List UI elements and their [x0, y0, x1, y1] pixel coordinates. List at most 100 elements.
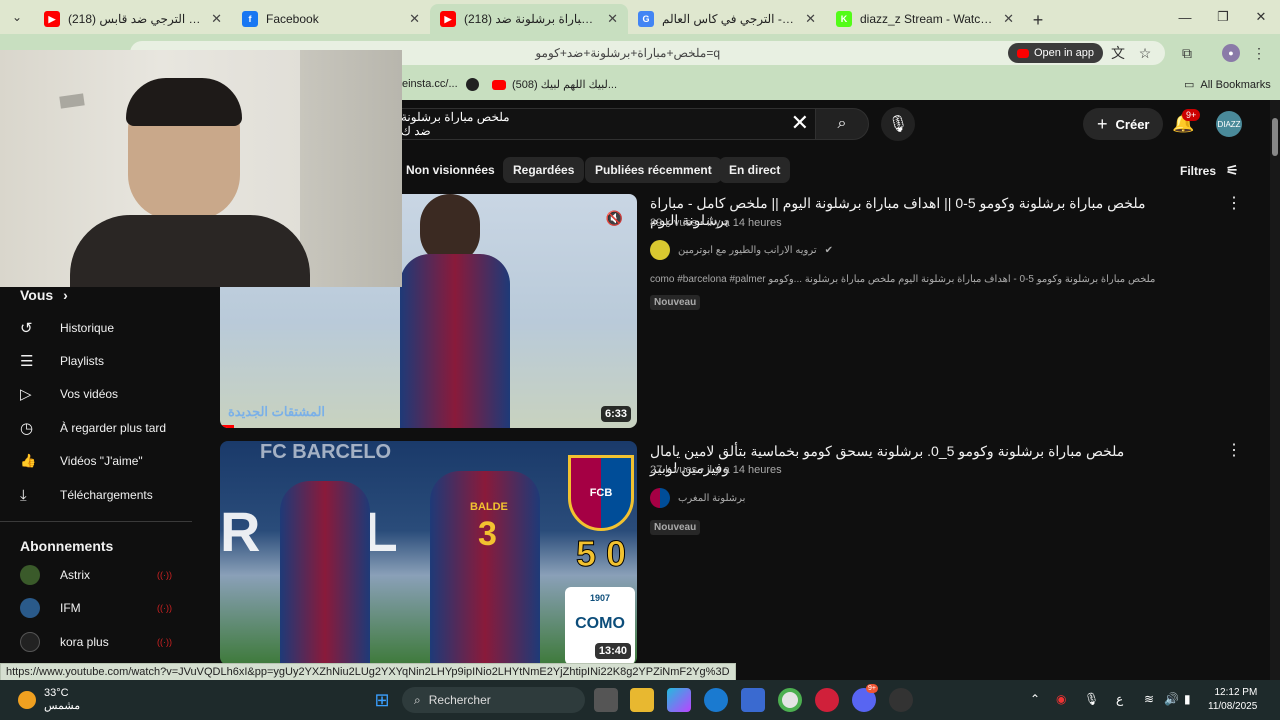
clock-time: 12:12 PM [1214, 687, 1258, 698]
folder-icon: ▭ [1184, 79, 1195, 91]
filters-label: Filtres [1180, 163, 1217, 178]
browser-tab[interactable]: ▶ (218) الترجي ضد قابس - YouTube ✕ [34, 4, 232, 34]
microphone-icon[interactable]: 🎙 [1084, 692, 1099, 706]
browser-tab[interactable]: G الترجي في كاس العالم - Search ✕ [628, 4, 826, 34]
scrollbar-thumb[interactable] [1272, 118, 1278, 156]
filters-button[interactable]: Filtres ⚟ [1180, 162, 1239, 179]
tab-close-icon[interactable]: ✕ [409, 11, 420, 27]
youtube-icon [1017, 48, 1029, 58]
chip-regardees[interactable]: Regardées [503, 157, 585, 183]
mute-icon[interactable]: 🔇 [606, 210, 623, 227]
close-window-button[interactable]: ✕ [1242, 0, 1280, 34]
wifi-icon[interactable]: ≋ [1144, 692, 1154, 706]
history-icon: ↺ [20, 320, 33, 337]
maximize-button[interactable]: ❐ [1204, 0, 1242, 34]
new-badge: Nouveau [650, 520, 701, 535]
score-text: 5 0 [575, 533, 627, 575]
subscription-item-ifm[interactable]: IFM ((·)) [0, 592, 210, 624]
extensions-icon[interactable]: ⧉ [1178, 44, 1196, 62]
menu-kebab-icon[interactable]: ⋮ [1250, 44, 1268, 62]
tab-close-icon[interactable]: ✕ [1003, 11, 1014, 27]
minimize-button[interactable]: — [1166, 0, 1204, 34]
tab-close-icon[interactable]: ✕ [607, 11, 618, 27]
language-indicator[interactable]: ع [1116, 692, 1123, 706]
browser-tab[interactable]: ▶ (218) ملخص مباراة برشلونة ضد ✕ [430, 4, 628, 34]
bookmark-item[interactable] [466, 78, 479, 91]
copilot-icon[interactable] [667, 688, 691, 712]
channel-avatar [650, 240, 670, 260]
taskbar-clock[interactable]: 12:12 PM 11/08/2025 [1208, 686, 1257, 714]
tray-chevron-icon[interactable]: ⌃ [1030, 692, 1040, 706]
sidebar-item-historique[interactable]: ↺ Historique [0, 312, 210, 344]
open-in-app-button[interactable]: Open in app [1008, 43, 1103, 63]
video-meta: 89 k vues • il y a 14 heures [650, 217, 782, 229]
subscription-item-astrix[interactable]: Astrix ((·)) [0, 559, 210, 591]
youtube-icon [492, 79, 506, 90]
weather-text: مشمس [44, 700, 81, 712]
weather-widget[interactable]: 33°C مشمس [18, 687, 80, 713]
windows-start-icon[interactable]: ⊞ [370, 688, 394, 712]
browser-tab[interactable]: f Facebook ✕ [232, 4, 430, 34]
tab-search-dropdown-icon[interactable]: ⌄ [0, 0, 34, 34]
voice-search-button[interactable]: 🎙 [881, 107, 915, 141]
volume-icon[interactable]: 🔊 [1164, 692, 1179, 706]
channel-avatar [20, 632, 40, 652]
sidebar-item-liked-videos[interactable]: 👍 Vidéos "J'aime" [0, 445, 210, 477]
profile-avatar-icon[interactable]: ● [1222, 44, 1240, 62]
task-view-icon[interactable] [594, 688, 618, 712]
chip-publiees-recemment[interactable]: Publiées récemment [585, 157, 722, 183]
bookmark-item[interactable]: einsta.cc/... [402, 78, 458, 90]
create-button[interactable]: + Créer [1083, 108, 1164, 140]
all-bookmarks-button[interactable]: ▭ All Bookmarks [1184, 78, 1271, 92]
player-figure: BALDE 3 [430, 471, 540, 665]
subscription-item-kora-plus[interactable]: kora plus ((·)) [0, 626, 210, 658]
player-number: 3 [478, 515, 497, 553]
edge-icon[interactable] [704, 688, 728, 712]
tab-favicon-icon: ▶ [440, 11, 456, 27]
duration-badge: 13:40 [594, 643, 631, 659]
taskbar-search[interactable]: ⌕ Rechercher [402, 687, 585, 713]
sidebar-item-playlists[interactable]: ☰ Playlists [0, 345, 210, 377]
search-input[interactable]: ملخص مباراة برشلونة ضد ك ✕ [400, 108, 815, 140]
notifications-button[interactable]: 🔔 9+ [1172, 109, 1201, 134]
progress-bar [220, 425, 234, 428]
battery-icon[interactable]: ▮ [1184, 692, 1191, 706]
video-description: como #barcelona #palmer ملخص مباراة برشل… [650, 274, 1156, 285]
opera-icon[interactable] [815, 688, 839, 712]
new-tab-button[interactable]: + [1024, 6, 1052, 34]
account-avatar[interactable]: DIAZZ [1216, 111, 1242, 137]
video-menu-icon[interactable]: ⋮ [1226, 440, 1242, 460]
app-icon[interactable] [889, 688, 913, 712]
search-button[interactable]: ⌕ [815, 108, 869, 140]
file-explorer-icon[interactable] [630, 688, 654, 712]
translate-icon[interactable]: 文 [1109, 44, 1127, 62]
browser-tab[interactable]: Kdiazz_z Stream - Watch Live on ✕ [826, 4, 1024, 34]
tab-close-icon[interactable]: ✕ [805, 11, 816, 27]
bookmark-item[interactable]: (508) لبيك اللهم لبيك... [492, 78, 617, 91]
channel-row[interactable]: برشلونة المغرب [650, 488, 745, 508]
chip-en-direct[interactable]: En direct [719, 157, 791, 183]
store-icon[interactable] [741, 688, 765, 712]
sidebar-item-downloads[interactable]: ⤓ Téléchargements [0, 479, 210, 511]
sidebar-divider [0, 521, 192, 522]
video-menu-icon[interactable]: ⋮ [1226, 193, 1242, 213]
window-controls: — ❐ ✕ [1166, 0, 1280, 34]
sidebar: Vous › ↺ Historique ☰ Playlists ▷ Vos vi… [0, 286, 220, 666]
tray-app-icon[interactable]: ◉ [1056, 692, 1066, 706]
background-wall [300, 50, 402, 287]
chrome-icon[interactable] [778, 688, 802, 712]
playlist-icon: ☰ [20, 353, 34, 370]
chip-non-visionnees[interactable]: Non visionnées [400, 157, 505, 183]
upload-age: il y a 14 heures [707, 217, 782, 229]
clear-search-icon[interactable]: ✕ [791, 110, 809, 136]
page-scrollbar[interactable] [1270, 100, 1280, 680]
channel-row[interactable]: ترويه الارانب والطيور مع ابوترمين ✔ [650, 240, 833, 260]
tab-close-icon[interactable]: ✕ [211, 11, 222, 27]
sidebar-item-watch-later[interactable]: ◷ À regarder plus tard [0, 412, 210, 444]
sidebar-you-heading[interactable]: Vous › [20, 287, 68, 303]
video-thumbnail[interactable]: R TEL FC BARCELO BALDE 3 FCB 5 0 1907 CO… [220, 441, 637, 665]
bookmark-star-icon[interactable]: ☆ [1136, 44, 1154, 62]
sidebar-item-vos-videos[interactable]: ▷ Vos vidéos [0, 378, 210, 410]
discord-icon[interactable]: 9+ [852, 684, 878, 712]
clock-icon: ◷ [20, 420, 34, 437]
